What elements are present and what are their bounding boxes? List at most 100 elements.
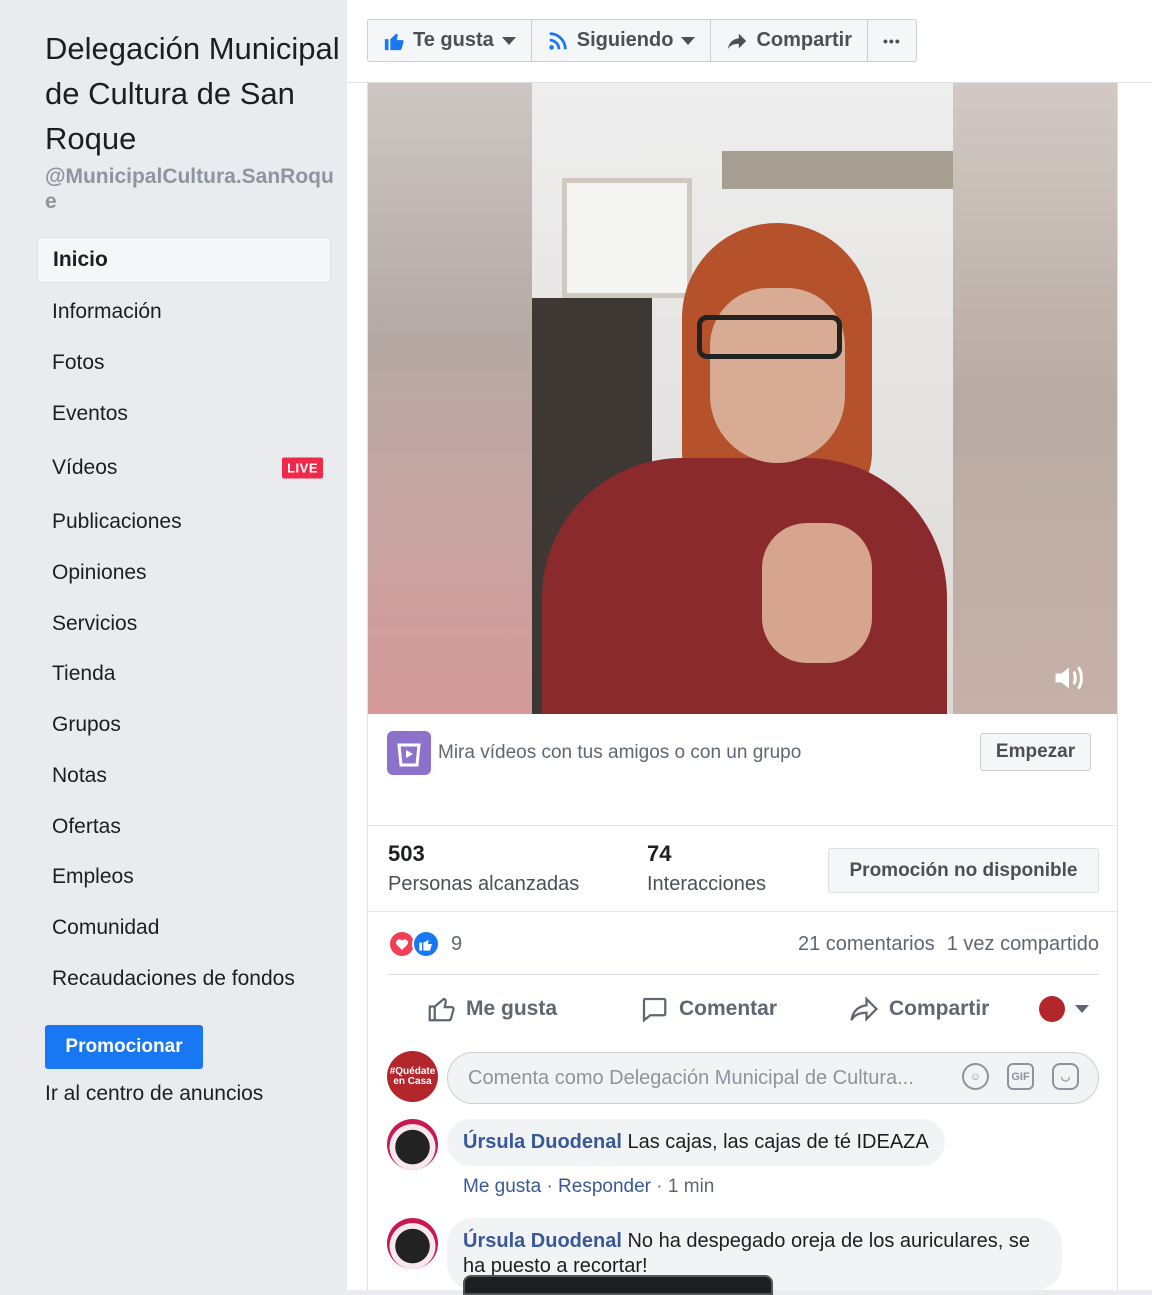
following-label: Siguiendo <box>576 29 674 51</box>
comment-author[interactable]: Úrsula Duodenal <box>463 1230 622 1252</box>
engagement-count: 74 <box>647 841 672 866</box>
page-sidebar: Delegación Municipal de Cultura de San R… <box>0 0 347 1290</box>
nav-item-publicaciones[interactable]: Publicaciones <box>37 497 331 548</box>
emoji-icon[interactable]: ☺ <box>962 1063 989 1090</box>
nav-item-recaudaciones[interactable]: Recaudaciones de fondos <box>37 953 331 1004</box>
nav-item-label: Vídeos <box>52 456 118 480</box>
page-handle[interactable]: @MunicipalCultura.SanRoque <box>45 164 335 214</box>
reaction-count[interactable]: 9 <box>451 933 462 956</box>
video-frame <box>532 83 953 714</box>
like-page-label: Te gusta <box>413 29 494 51</box>
comment-text: Las cajas, las cajas de té IDEAZA <box>627 1131 929 1153</box>
page-avatar: #Quédate en Casa <box>387 1051 438 1102</box>
chevron-down-icon <box>1075 1005 1089 1013</box>
share-arrow-icon <box>728 33 747 49</box>
volume-icon[interactable] <box>1051 660 1087 696</box>
comment-reply-link[interactable]: Responder <box>558 1176 651 1197</box>
meta-separator: · <box>656 1176 668 1197</box>
nav-item-label: Eventos <box>52 401 128 425</box>
reach-stat[interactable]: 503 Personas alcanzadas <box>388 841 579 896</box>
commenter-avatar[interactable] <box>387 1119 438 1170</box>
chevron-down-icon <box>681 36 696 45</box>
nav-item-label: Ofertas <box>52 814 121 838</box>
watch-party-text: Mira vídeos con tus amigos o con un grup… <box>438 742 802 763</box>
like-reaction-icon <box>412 930 440 958</box>
watch-party-bar: Mira vídeos con tus amigos o con un grup… <box>368 714 1117 826</box>
start-watch-party-button[interactable]: Empezar <box>980 733 1091 771</box>
comment-composer: #Quédate en Casa Comenta como Delegación… <box>387 1051 1099 1105</box>
video-blur-left <box>368 83 532 714</box>
rss-icon <box>549 31 567 50</box>
post-actions: Me gusta Comentar Compartir <box>388 981 1099 1037</box>
tooltip-bar <box>463 1275 773 1295</box>
post-as-selector[interactable] <box>1039 996 1089 1022</box>
post-like-label: Me gusta <box>466 997 558 1020</box>
nav-item-ofertas[interactable]: Ofertas <box>37 801 331 852</box>
nav-item-notas[interactable]: Notas <box>37 751 331 802</box>
comment-author[interactable]: Úrsula Duodenal <box>463 1131 622 1153</box>
promotion-unavailable-button[interactable]: Promoción no disponible <box>828 848 1099 893</box>
nav-item-empleos[interactable]: Empleos <box>37 852 331 903</box>
post-like-button[interactable]: Me gusta <box>426 994 557 1024</box>
sticker-icon[interactable]: ◡ <box>1052 1063 1079 1090</box>
nav-item-opiniones[interactable]: Opiniones <box>37 548 331 599</box>
more-options-button[interactable]: ••• <box>868 20 916 61</box>
post-share-button[interactable]: Compartir <box>849 994 989 1024</box>
promote-button[interactable]: Promocionar <box>45 1025 203 1069</box>
comment-time[interactable]: 1 min <box>668 1176 714 1197</box>
video-poster <box>562 178 692 298</box>
comment-bubble-icon <box>642 997 667 1023</box>
nav-item-fotos[interactable]: Fotos <box>37 338 331 389</box>
meta-separator: · <box>546 1176 559 1197</box>
post-share-label: Compartir <box>889 997 990 1020</box>
reach-label: Personas alcanzadas <box>388 873 580 895</box>
comments-count[interactable]: 21 comentarios <box>798 933 935 956</box>
reaction-icons[interactable] <box>388 930 440 958</box>
video-player[interactable] <box>368 83 1117 714</box>
nav-item-label: Opiniones <box>52 561 147 585</box>
ads-center-link[interactable]: Ir al centro de anuncios <box>45 1082 263 1106</box>
shares-count[interactable]: 1 vez compartido <box>947 933 1099 956</box>
post-comment-button[interactable]: Comentar <box>639 994 777 1024</box>
engagement-stat[interactable]: 74 Interacciones <box>647 841 766 896</box>
nav-item-label: Publicaciones <box>52 510 182 534</box>
nav-item-label: Servicios <box>52 611 138 635</box>
post-comment-label: Comentar <box>679 997 778 1020</box>
nav-item-label: Información <box>52 300 162 324</box>
video-blur-right <box>952 83 1117 714</box>
page-nav: Inicio Información Fotos Eventos Vídeos L… <box>37 237 331 1004</box>
video-person-glasses <box>697 315 842 359</box>
nav-item-eventos[interactable]: Eventos <box>37 388 331 439</box>
watch-party-icon <box>387 731 431 775</box>
nav-item-informacion[interactable]: Información <box>37 287 331 338</box>
nav-item-comunidad[interactable]: Comunidad <box>37 903 331 954</box>
nav-item-label: Inicio <box>53 248 108 271</box>
nav-item-label: Notas <box>52 763 107 787</box>
share-page-button[interactable]: Compartir <box>711 20 869 61</box>
gif-icon[interactable]: GIF <box>1007 1063 1034 1090</box>
live-badge: LIVE <box>282 457 323 479</box>
nav-item-servicios[interactable]: Servicios <box>37 598 331 649</box>
video-person-body <box>542 458 947 714</box>
comment-item: Úrsula Duodenal Las cajas, las cajas de … <box>387 1119 1099 1199</box>
nav-item-label: Fotos <box>52 351 105 375</box>
post-insights: 503 Personas alcanzadas 74 Interacciones… <box>368 827 1117 912</box>
comment-input-icons: ☺ GIF ◡ <box>962 1063 1079 1090</box>
thumbs-up-icon <box>384 33 404 50</box>
page-action-group: Te gusta Siguiendo Compartir ••• <box>367 19 917 62</box>
share-arrow-icon <box>850 996 879 1022</box>
nav-item-videos[interactable]: Vídeos LIVE <box>37 439 331 497</box>
comment-like-link[interactable]: Me gusta <box>463 1176 541 1197</box>
like-page-button[interactable]: Te gusta <box>368 20 532 61</box>
following-button[interactable]: Siguiendo <box>532 20 712 61</box>
nav-item-inicio[interactable]: Inicio <box>37 237 331 283</box>
page-avatar <box>1039 996 1065 1022</box>
nav-item-label: Tienda <box>52 662 116 686</box>
engagement-label: Interacciones <box>647 873 766 895</box>
commenter-avatar[interactable] <box>387 1218 438 1269</box>
page-name[interactable]: Delegación Municipal de Cultura de San R… <box>45 26 340 161</box>
nav-item-grupos[interactable]: Grupos <box>37 700 331 751</box>
nav-item-tienda[interactable]: Tienda <box>37 649 331 700</box>
share-page-label: Compartir <box>756 29 853 51</box>
reactions-summary: 9 21 comentarios 1 vez compartido <box>388 925 1099 975</box>
